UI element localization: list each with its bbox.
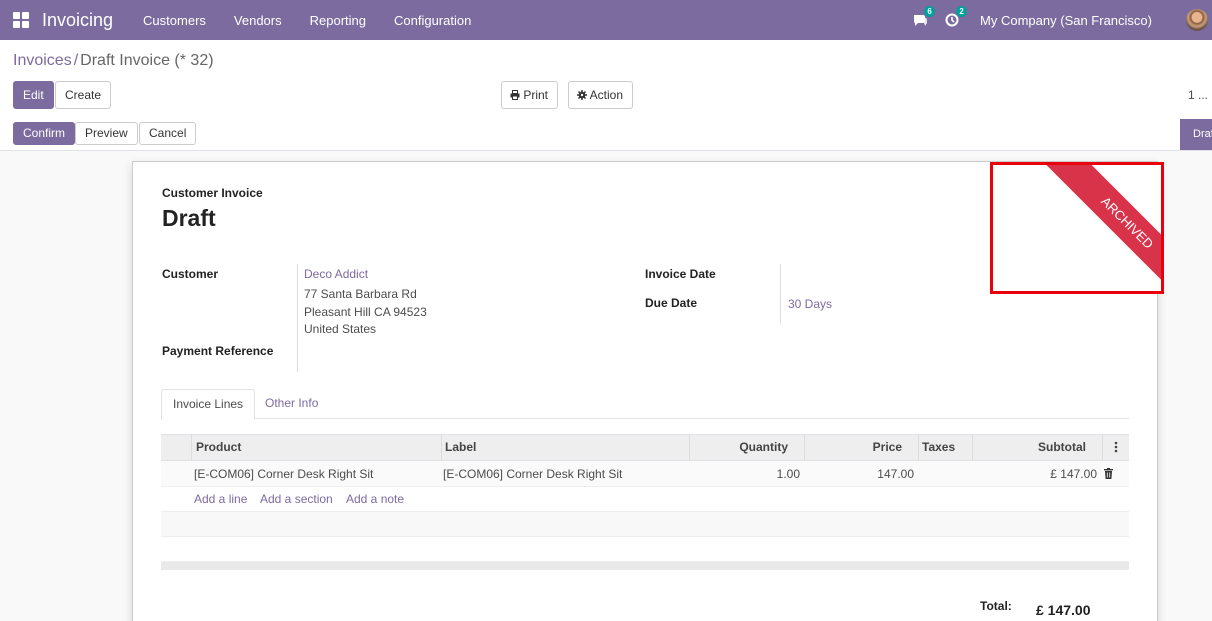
add-note-link[interactable]: Add a note <box>346 487 404 511</box>
column-subtotal[interactable]: Subtotal <box>972 435 1102 461</box>
nav-customers[interactable]: Customers <box>129 13 220 28</box>
cancel-button[interactable]: Cancel <box>139 122 197 145</box>
table-row[interactable]: [E-COM06] Corner Desk Right Sit [E-COM06… <box>161 461 1129 487</box>
due-date-label: Due Date <box>645 296 698 310</box>
notebook-tabs: Invoice Lines Other Info <box>161 389 1129 420</box>
invoice-date-label: Invoice Date <box>645 267 716 281</box>
table-footer <box>161 562 1129 570</box>
apps-menu-icon[interactable] <box>13 12 29 28</box>
customer-city: Pleasant Hill CA 94523 <box>304 305 427 319</box>
row-label[interactable]: [E-COM06] Corner Desk Right Sit <box>443 461 688 487</box>
top-navbar: Invoicing Customers Vendors Reporting Co… <box>0 0 1212 40</box>
print-label: Print <box>523 88 549 102</box>
customer-street: 77 Santa Barbara Rd <box>304 287 417 301</box>
preview-button[interactable]: Preview <box>75 122 138 145</box>
tab-other-info[interactable]: Other Info <box>254 389 329 419</box>
document-name: Draft <box>162 205 216 231</box>
customer-divider <box>297 264 298 372</box>
print-button[interactable]: Print <box>501 81 559 109</box>
action-button[interactable]: Action <box>568 81 634 109</box>
column-quantity[interactable]: Quantity <box>689 435 804 461</box>
row-taxes[interactable] <box>918 461 972 487</box>
invoice-lines-table: Product Label Quantity Price Taxes Subto… <box>161 434 1129 570</box>
add-section-link[interactable]: Add a section <box>260 487 333 511</box>
column-product[interactable]: Product <box>191 435 441 461</box>
total-amount: £ 147.00 <box>1036 602 1091 618</box>
row-price[interactable]: 147.00 <box>804 461 914 487</box>
archived-ribbon-highlight: ARCHIVED <box>990 162 1164 294</box>
row-subtotal: £ 147.00 <box>1050 467 1097 481</box>
breadcrumb-invoices-link[interactable]: Invoices <box>13 52 72 69</box>
nav-reporting[interactable]: Reporting <box>296 13 380 28</box>
edit-button[interactable]: Edit <box>13 81 54 109</box>
customer-country: United States <box>304 322 377 336</box>
total-label: Total: <box>980 599 1012 613</box>
confirm-button[interactable]: Confirm <box>13 122 76 145</box>
column-label[interactable]: Label <box>441 435 689 461</box>
breadcrumb-current: Draft Invoice (* 32) <box>80 52 214 69</box>
customer-label: Customer <box>162 267 219 281</box>
pager-value[interactable]: 1 ... <box>1188 88 1208 102</box>
nav-configuration[interactable]: Configuration <box>380 13 485 28</box>
customer-name-link[interactable]: Deco Addict <box>304 267 368 281</box>
column-price[interactable]: Price <box>804 435 918 461</box>
payment-reference-label: Payment Reference <box>162 344 274 358</box>
company-switcher[interactable]: My Company (San Francisco) <box>980 13 1152 28</box>
breadcrumb: Invoices / Draft Invoice (* 32) <box>13 52 214 70</box>
trash-icon[interactable] <box>1102 461 1114 487</box>
create-button[interactable]: Create <box>55 81 112 109</box>
activities-icon[interactable]: 2 <box>944 6 968 28</box>
systray: 6 2 My Company (San Francisco) <box>912 0 1212 40</box>
row-quantity[interactable]: 1.00 <box>689 461 800 487</box>
messages-badge: 6 <box>924 6 936 17</box>
activities-badge: 2 <box>956 6 968 17</box>
row-product[interactable]: [E-COM06] Corner Desk Right Sit <box>194 461 439 487</box>
gear-icon <box>577 90 587 100</box>
statusbar: Confirm Preview Cancel Draft <box>0 119 1212 151</box>
date-divider <box>780 264 781 324</box>
due-date-value[interactable]: 30 Days <box>788 297 832 311</box>
optional-columns-icon[interactable] <box>1102 435 1129 461</box>
status-draft[interactable]: Draft <box>1180 119 1212 150</box>
document-type: Customer Invoice <box>162 186 263 200</box>
action-label: Action <box>589 88 624 102</box>
print-icon <box>510 90 520 100</box>
nav-vendors[interactable]: Vendors <box>220 13 296 28</box>
archived-ribbon: ARCHIVED <box>1044 165 1161 291</box>
empty-row <box>161 537 1129 562</box>
messages-icon[interactable]: 6 <box>912 6 936 28</box>
breadcrumb-separator: / <box>73 52 79 69</box>
column-taxes[interactable]: Taxes <box>918 435 972 461</box>
table-header: Product Label Quantity Price Taxes Subto… <box>161 434 1129 461</box>
control-panel: Invoices / Draft Invoice (* 32) Edit Creat… <box>0 40 1212 120</box>
add-line-link[interactable]: Add a line <box>194 487 247 511</box>
app-title[interactable]: Invoicing <box>42 10 113 31</box>
tab-invoice-lines[interactable]: Invoice Lines <box>161 389 256 420</box>
empty-row <box>161 512 1129 537</box>
add-row-controls: Add a line Add a section Add a note <box>161 487 1129 512</box>
user-avatar[interactable] <box>1186 9 1208 31</box>
